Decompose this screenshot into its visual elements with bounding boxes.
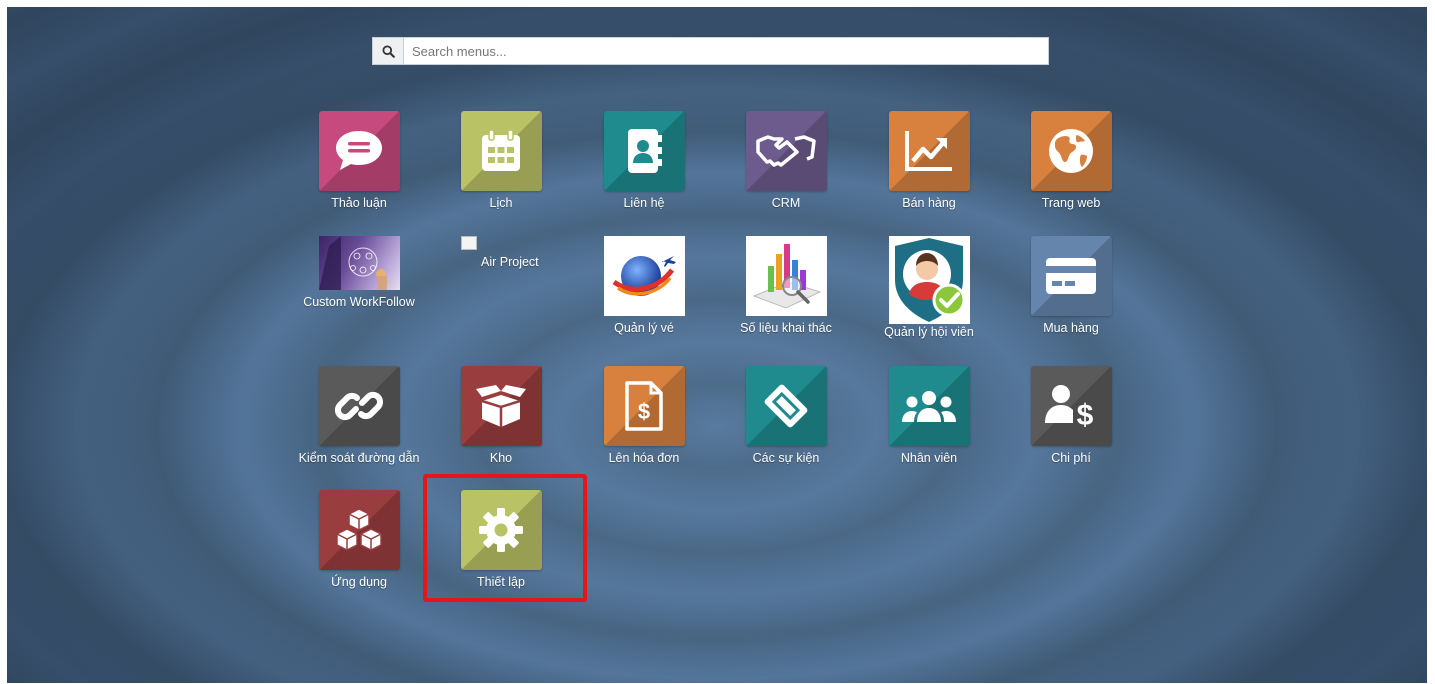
app-len-hoa-don[interactable]: $ Lên hóa đơn — [573, 366, 715, 465]
app-thao-luan[interactable]: Thảo luận — [288, 111, 430, 210]
app-label: CRM — [771, 196, 801, 210]
app-label: Quản lý vé — [614, 321, 674, 335]
app-label: Quản lý hội viên — [884, 325, 974, 339]
app-label: Chi phí — [1051, 451, 1091, 465]
app-quan-ly-hoi-vien[interactable]: Quản lý hội viên — [858, 236, 1000, 339]
app-lich[interactable]: Lịch — [430, 111, 572, 210]
app-label: Kho — [489, 451, 513, 465]
gear-icon — [460, 490, 542, 570]
app-ban-hang[interactable]: Bán hàng — [858, 111, 1000, 210]
users-icon — [888, 366, 970, 446]
app-label: Thảo luận — [331, 196, 387, 210]
member-shield-image — [888, 236, 970, 324]
contacts-icon — [603, 111, 685, 191]
app-label: Các sự kiện — [752, 451, 820, 465]
app-label: Liên hệ — [623, 196, 665, 210]
app-mua-hang[interactable]: Mua hàng — [1000, 236, 1142, 335]
app-thiet-lap[interactable]: Thiết lập — [430, 490, 572, 589]
workflow-image — [318, 236, 400, 290]
app-trang-web[interactable]: Trang web — [1000, 111, 1142, 210]
broken-image-icon — [461, 236, 477, 250]
app-label: Thiết lập — [477, 575, 525, 589]
search-input[interactable] — [404, 38, 1048, 64]
app-label: Custom WorkFollow — [303, 295, 415, 309]
app-chi-phi[interactable]: $ Chi phí — [1000, 366, 1142, 465]
app-label: Số liệu khai thác — [740, 321, 832, 335]
globe-icon — [1030, 111, 1112, 191]
app-lien-he[interactable]: Liên hệ — [573, 111, 715, 210]
app-label: Mua hàng — [1043, 321, 1099, 335]
handshake-icon — [745, 111, 827, 191]
app-nhan-vien[interactable]: Nhân viên — [858, 366, 1000, 465]
invoice-icon: $ — [603, 366, 685, 446]
link-icon — [318, 366, 400, 446]
app-label: Kiểm soát đường dẫn — [298, 451, 420, 465]
app-crm[interactable]: CRM — [715, 111, 857, 210]
app-custom-workfollow[interactable]: Custom WorkFollow — [288, 236, 430, 309]
ticket-globe-image — [603, 236, 685, 316]
app-kho[interactable]: Kho — [430, 366, 572, 465]
home-menu-background — [7, 7, 1427, 683]
search-bar[interactable] — [372, 37, 1049, 65]
app-quan-ly-ve[interactable]: Quản lý vé — [573, 236, 715, 335]
app-cac-su-kien[interactable]: Các sự kiện — [715, 366, 857, 465]
app-label: Bán hàng — [902, 196, 956, 210]
app-label: Lịch — [489, 196, 513, 210]
statistics-image — [745, 236, 827, 316]
app-label: Ứng dụng — [331, 575, 387, 589]
calendar-icon — [460, 111, 542, 191]
app-label: Nhân viên — [900, 451, 958, 465]
svg-text:$: $ — [638, 399, 650, 424]
svg-text:$: $ — [1077, 399, 1094, 429]
box-icon — [460, 366, 542, 446]
apps-cubes-icon — [318, 490, 400, 570]
app-label: Trang web — [1041, 196, 1101, 210]
expense-icon: $ — [1030, 366, 1112, 446]
app-label: Lên hóa đơn — [608, 451, 680, 465]
search-icon[interactable] — [373, 38, 404, 64]
app-ung-dung[interactable]: Ứng dụng — [288, 490, 430, 589]
app-so-lieu-khai-thac[interactable]: Số liệu khai thác — [715, 236, 857, 335]
chat-icon — [318, 111, 400, 191]
credit-card-icon — [1030, 236, 1112, 316]
app-kiem-soat-duong-dan[interactable]: Kiểm soát đường dẫn — [288, 366, 430, 465]
ticket-icon — [745, 366, 827, 446]
sales-chart-icon — [888, 111, 970, 191]
